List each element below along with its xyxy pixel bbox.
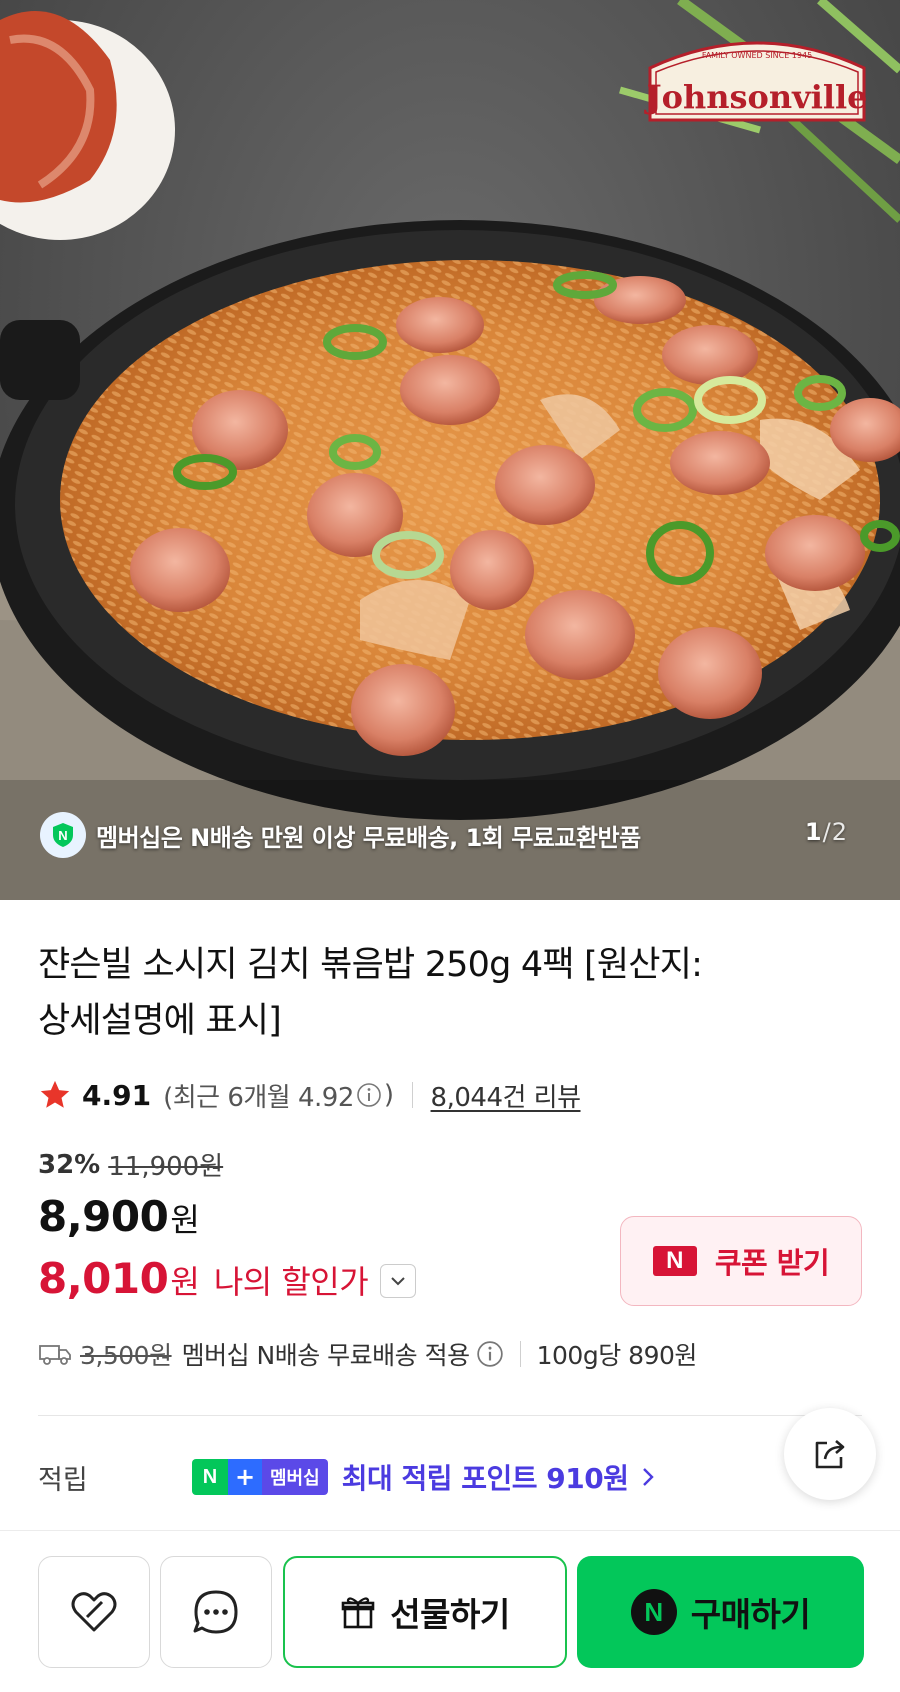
brand-name: Johnsonville [643,78,867,116]
pager-total: 2 [831,818,848,846]
notice-text: 멤버십은 N배송 만원 이상 무료배송, 1회 무료교환반품 [96,823,641,852]
recent-rating: (최근 6개월 4.92 ) [163,1077,394,1114]
product-title-line2: 상세설명에 표시] [38,1001,282,1041]
truck-icon [39,1345,71,1365]
max-points-text: 최대 적립 포인트 910원 [341,1462,629,1495]
shipping-row: 3,500원 멤버십 N배송 무료배송 적용 100g당 890원 [38,1334,697,1374]
points-row: 적립 N + 멤버십 최대 적립 포인트 910원 [38,1452,758,1502]
rating-value: 4.91 [82,1078,152,1112]
product-title: 쟌슨빌 소시지 김치 볶음밥 250g 4팩 [원산지: 상세설명에 표시] [38,937,798,1049]
divider [411,1082,413,1108]
pager-current: 1 [804,818,823,846]
talktalk-button[interactable] [160,1556,272,1668]
membership-notice[interactable]: N 멤버십은 N배송 만원 이상 무료배송, 1회 무료교환반품 [40,812,641,858]
recent-rating-close: ) [383,1080,394,1110]
my-price-unit: 원 [170,1263,200,1301]
divider [519,1341,521,1367]
badge-text: 멤버십 [262,1459,328,1495]
original-price: 11,900원 [108,1152,224,1182]
heart-icon [71,1592,117,1632]
image-pager: 1/2 [805,818,848,846]
badge-plus: + [228,1459,262,1495]
buy-label: 구매하기 [690,1595,811,1634]
pager-separator: / [822,818,832,846]
buy-button[interactable]: N 구매하기 [577,1556,864,1668]
shipping-fee: 3,500원 [80,1341,172,1370]
share-icon [815,1440,845,1469]
my-price-label: 나의 할인가 [213,1263,369,1301]
info-icon[interactable] [356,1082,382,1108]
svg-text:N: N [58,828,67,843]
points-label: 적립 [38,1464,88,1496]
unit-price: 100g당 890원 [536,1341,698,1370]
review-count-link[interactable]: 8,044건 리뷰 [431,1077,581,1114]
coupon-button[interactable]: N 쿠폰 받기 [620,1216,862,1306]
chevron-down-icon[interactable] [380,1263,417,1298]
max-points-link[interactable]: 최대 적립 포인트 910원 [342,1457,661,1497]
brand-logo: Johnsonville FAMILY OWNED SINCE 1945 [640,28,874,130]
my-price-value: 8,010 [38,1254,169,1303]
rating-row: 4.91 (최근 6개월 4.92 ) 8,044건 리뷰 [38,1075,581,1115]
shipping-desc: 멤버십 N배송 무료배송 적용 [181,1341,471,1370]
bottom-action-bar: 선물하기 N 구매하기 [0,1531,900,1692]
share-button[interactable] [784,1408,876,1500]
product-title-line1: 쟌슨빌 소시지 김치 볶음밥 250g 4팩 [원산지: [38,945,703,985]
chevron-right-icon [643,1468,655,1486]
recent-rating-text: (최근 6개월 4.92 [163,1082,354,1113]
star-icon [40,1080,70,1108]
shipping-info-icon[interactable] [476,1340,504,1368]
discount-row: 32% 11,900원 [38,1146,223,1183]
section-divider [38,1415,862,1416]
naver-coupon-icon: N [652,1246,697,1276]
price-unit: 원 [170,1201,200,1239]
shield-n-icon: N [40,812,86,858]
gift-button[interactable]: 선물하기 [283,1556,567,1668]
gift-label: 선물하기 [390,1595,510,1634]
membership-badge: N + 멤버십 [192,1459,328,1495]
brand-tagline: FAMILY OWNED SINCE 1945 [702,51,812,60]
discount-rate: 32% [38,1149,101,1180]
price-value: 8,900 [38,1192,169,1241]
chat-icon [193,1590,238,1634]
naver-pay-icon: N [630,1589,677,1635]
wishlist-button[interactable] [38,1556,150,1668]
gift-icon [341,1597,375,1629]
product-photo [0,0,900,900]
sale-price: 8,900 원 [38,1192,200,1241]
product-image[interactable]: Johnsonville FAMILY OWNED SINCE 1945 N 멤… [0,0,900,900]
my-discount-price: 8,010 원 나의 할인가 [38,1254,417,1303]
badge-n: N [192,1459,228,1495]
coupon-label: 쿠폰 받기 [714,1246,830,1280]
